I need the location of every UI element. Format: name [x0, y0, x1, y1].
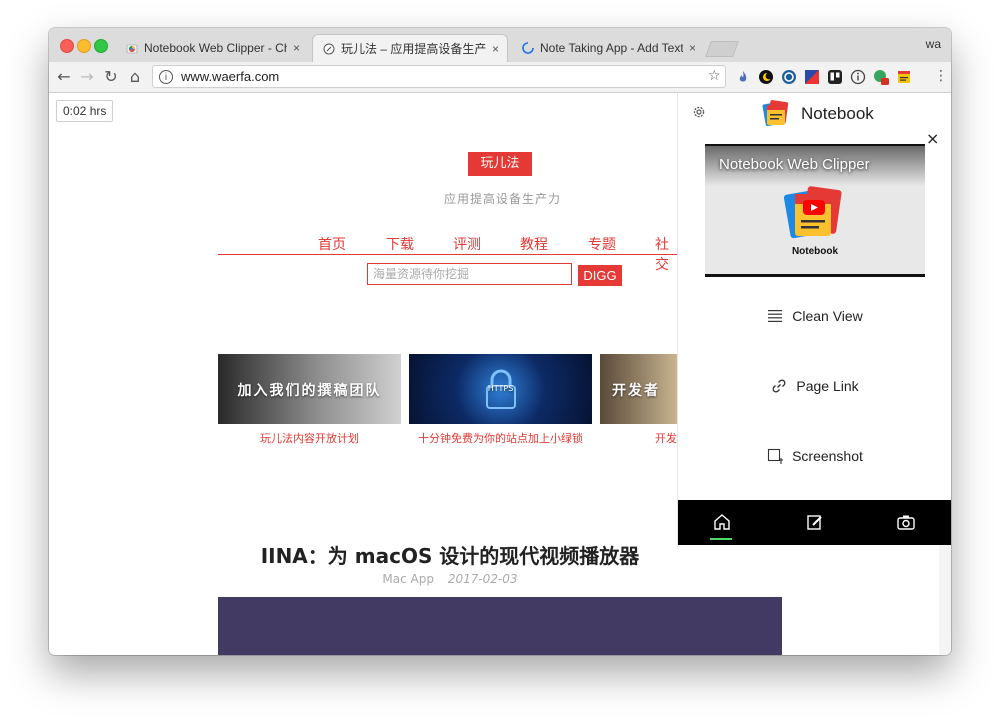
- reload-icon[interactable]: ↻: [100, 66, 122, 88]
- article-hero-image[interactable]: [218, 597, 782, 655]
- waerfa-favicon-icon: [323, 43, 335, 54]
- gear-icon[interactable]: [691, 104, 707, 120]
- nav-item-social[interactable]: 社交: [655, 234, 678, 274]
- feature-card-developers[interactable]: 开发者: [600, 354, 677, 424]
- bookmark-star-icon[interactable]: ☆: [708, 68, 721, 84]
- tab-close-icon[interactable]: ×: [293, 41, 300, 55]
- tab-title: Notebook Web Clipper - Chrome Web Store: [144, 41, 287, 55]
- panel-footer: [678, 500, 951, 545]
- video-play-icon[interactable]: [783, 184, 845, 240]
- time-tracker-badge[interactable]: 0:02 hrs: [56, 100, 114, 122]
- page-link-button[interactable]: Page Link: [678, 375, 951, 397]
- video-title: Notebook Web Clipper: [719, 156, 870, 173]
- url-text: www.waerfa.com: [181, 69, 280, 84]
- feature-caption[interactable]: 十分钟免费为你的站点加上小绿锁: [409, 430, 592, 446]
- tab-title: Note Taking App - Add Text, Images: [540, 41, 683, 55]
- tab-waerfa[interactable]: 玩儿法 – 应用提高设备生产力 ×: [312, 34, 508, 62]
- screenshot-icon: [768, 448, 784, 464]
- feature-caption[interactable]: 玩儿法内容开放计划: [218, 430, 401, 446]
- forward-icon[interactable]: →: [76, 66, 98, 88]
- link-icon: [772, 379, 786, 393]
- nav-item-topic[interactable]: 专题: [588, 234, 616, 254]
- clean-view-button[interactable]: Clean View: [678, 305, 951, 327]
- nav-item-download[interactable]: 下载: [386, 234, 414, 254]
- tab-title: 玩儿法 – 应用提高设备生产力: [341, 42, 486, 56]
- screenshot-button[interactable]: Screenshot: [678, 445, 951, 467]
- feature-card-writers[interactable]: 加入我们的撰稿团队: [218, 354, 401, 424]
- screenshot-label: Screenshot: [792, 448, 863, 464]
- panel-title: Notebook: [801, 104, 874, 123]
- browser-window: Notebook Web Clipper - Chrome Web Store …: [49, 28, 951, 655]
- article-date: 2017-02-03: [447, 572, 518, 586]
- article-meta: Mac App 2017-02-03: [218, 572, 682, 586]
- site-search-input[interactable]: 海量资源待你挖掘: [367, 263, 572, 285]
- close-icon[interactable]: ×: [926, 131, 939, 147]
- chrome-web-store-icon: [126, 44, 138, 54]
- camera-icon[interactable]: [896, 512, 916, 532]
- compass-icon[interactable]: [781, 69, 797, 85]
- notebook-ext-icon[interactable]: [896, 69, 912, 85]
- loading-spinner-icon: [522, 42, 534, 54]
- site-info-icon[interactable]: i: [159, 69, 173, 84]
- globe-badge-icon[interactable]: [873, 69, 889, 85]
- feature-card-https[interactable]: HTTPS: [409, 354, 592, 424]
- home-icon[interactable]: ⌂: [124, 66, 146, 88]
- nav-item-review[interactable]: 评测: [453, 234, 481, 254]
- page-link-label: Page Link: [796, 378, 859, 394]
- site-logo[interactable]: 玩儿法: [468, 152, 532, 176]
- tab-close-icon[interactable]: ×: [492, 42, 499, 56]
- profile-label[interactable]: wa: [926, 37, 941, 51]
- notebook-clipper-panel: Notebook × Notebook Web Clipper Notebook: [677, 93, 951, 545]
- address-bar[interactable]: i www.waerfa.com: [152, 65, 726, 88]
- info-icon[interactable]: [850, 69, 866, 85]
- feature-caption[interactable]: 开发: [600, 430, 677, 446]
- site-nav: 首页 下载 评测 教程 专题 社交: [218, 234, 678, 273]
- flag-icon[interactable]: [804, 69, 820, 85]
- nav-item-home[interactable]: 首页: [318, 234, 346, 254]
- tab-note-taking-app[interactable]: Note Taking App - Add Text, Images ×: [512, 34, 704, 62]
- zoom-window-button[interactable]: [94, 39, 108, 53]
- moon-icon[interactable]: [758, 69, 774, 85]
- clean-view-label: Clean View: [792, 308, 863, 324]
- site-tagline: 应用提高设备生产力: [444, 192, 562, 206]
- intro-video[interactable]: Notebook Web Clipper Notebook: [705, 144, 925, 277]
- tab-chrome-web-store[interactable]: Notebook Web Clipper - Chrome Web Store …: [116, 34, 308, 62]
- flame-icon[interactable]: [735, 69, 751, 85]
- web-page: 0:02 hrs 玩儿法 应用提高设备生产力 首页 下载 评测 教程 专题 社交…: [49, 93, 951, 655]
- nav-item-tutorial[interactable]: 教程: [520, 234, 548, 254]
- feature-overlay-text: 开发者: [612, 383, 660, 399]
- edit-icon[interactable]: [805, 512, 825, 532]
- minimize-window-button[interactable]: [77, 39, 91, 53]
- close-window-button[interactable]: [60, 39, 74, 53]
- video-logo-caption: Notebook: [791, 246, 839, 257]
- article-title[interactable]: IINA：为 macOS 设计的现代视频播放器: [218, 540, 682, 569]
- feature-overlay-text: 加入我们的撰稿团队: [237, 383, 382, 399]
- active-tab-indicator: [710, 538, 732, 540]
- home-icon[interactable]: [712, 512, 732, 532]
- browser-toolbar: ← → ↻ ⌂ i www.waerfa.com ☆ ⋮: [49, 62, 951, 93]
- chrome-menu-icon[interactable]: ⋮: [934, 68, 948, 84]
- lines-icon: [768, 310, 783, 322]
- trello-icon[interactable]: [827, 69, 843, 85]
- notebook-logo-icon: [762, 100, 789, 127]
- feature-overlay-text: HTTPS: [487, 384, 514, 393]
- article-category[interactable]: Mac App: [382, 572, 434, 586]
- back-icon[interactable]: ←: [53, 66, 75, 88]
- tab-strip: Notebook Web Clipper - Chrome Web Store …: [49, 28, 951, 63]
- tab-close-icon[interactable]: ×: [689, 41, 696, 55]
- new-tab-button[interactable]: [705, 41, 739, 57]
- digg-button[interactable]: DIGG: [578, 265, 622, 286]
